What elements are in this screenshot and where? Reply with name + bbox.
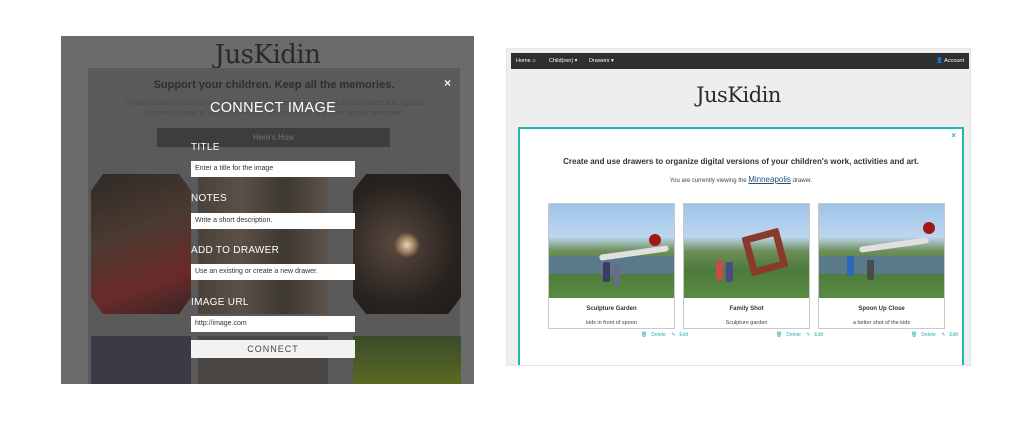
image-url-label: IMAGE URL	[191, 297, 249, 308]
tile-title: Family Shot	[729, 306, 764, 312]
delete-link[interactable]: 🗑 Delete	[641, 332, 666, 338]
form-heading: CONNECT IMAGE	[209, 100, 337, 116]
nav-drawers[interactable]: Drawers ▾	[589, 53, 614, 69]
tile-title: Spoon Up Close	[858, 306, 905, 312]
image-tile[interactable]: Spoon Up Close a better shot of the kids	[818, 203, 945, 329]
sparkler-image	[394, 232, 420, 258]
edit-link[interactable]: ✎ Edit	[941, 332, 958, 338]
site-logo[interactable]: JusKidin	[507, 83, 970, 107]
tile-title: Sculpture Garden	[586, 306, 637, 312]
connect-button[interactable]: CONNECT	[191, 340, 355, 358]
notes-input[interactable]: Write a short description.	[191, 213, 355, 229]
edit-link[interactable]: ✎ Edit	[671, 332, 688, 338]
drawer-input[interactable]: Use an existing or create a new drawer.	[191, 264, 355, 280]
tile-image	[684, 204, 809, 298]
tile-note: Sculpture garden	[725, 320, 768, 326]
notes-label: NOTES	[191, 193, 227, 204]
delete-link[interactable]: 🗑 Delete	[776, 332, 801, 338]
edit-link[interactable]: ✎ Edit	[806, 332, 823, 338]
photo-thumbnail	[91, 174, 191, 314]
tile-image	[549, 204, 674, 298]
tile-image	[819, 204, 944, 298]
title-label: TITLE	[191, 142, 220, 153]
nav-children[interactable]: Child(ren) ▾	[549, 53, 577, 69]
image-tile[interactable]: Family Shot Sculpture garden	[683, 203, 810, 329]
connect-image-screen: JusKidin Support your children. Keep all…	[61, 36, 474, 384]
drawer-label: ADD TO DRAWER	[191, 245, 280, 256]
tile-note: kids in front of spoon	[586, 320, 637, 326]
drawer-screen: Home ⌂ Child(ren) ▾ Drawers ▾ 👤 Account …	[506, 48, 971, 366]
image-tile[interactable]: Sculpture Garden kids in front of spoon	[548, 203, 675, 329]
stage: JusKidin Support your children. Keep all…	[0, 0, 1024, 423]
top-navbar: Home ⌂ Child(ren) ▾ Drawers ▾ 👤 Account	[511, 53, 969, 69]
viewing-text: You are currently viewing the Minneapoli…	[520, 175, 962, 184]
photo-thumbnail	[91, 336, 191, 384]
tile-actions: 🗑 Delete ✎ Edit	[907, 332, 958, 338]
delete-link[interactable]: 🗑 Delete	[911, 332, 936, 338]
modal-close-icon[interactable]: ×	[444, 76, 451, 90]
support-heading: Support your children. Keep all the memo…	[153, 79, 395, 91]
panel-close-icon[interactable]: ×	[951, 131, 956, 140]
image-url-input[interactable]: http://image.com	[191, 316, 355, 332]
nav-home[interactable]: Home ⌂	[516, 53, 536, 69]
tile-note: a better shot of the kids	[852, 320, 911, 326]
site-logo[interactable]: JusKidin	[61, 40, 474, 70]
tile-actions: 🗑 Delete ✎ Edit	[637, 332, 688, 338]
title-input[interactable]: Enter a title for the image	[191, 161, 355, 177]
drawer-panel: × Create and use drawers to organize dig…	[518, 127, 964, 365]
photo-thumbnail	[353, 336, 461, 384]
tile-actions: 🗑 Delete ✎ Edit	[772, 332, 823, 338]
drawer-headline: Create and use drawers to organize digit…	[563, 157, 919, 166]
current-drawer-link[interactable]: Minneapolis	[748, 175, 791, 184]
viewing-suffix: drawer.	[792, 178, 813, 184]
nav-account[interactable]: 👤 Account	[936, 53, 964, 69]
viewing-prefix: You are currently viewing the	[669, 178, 747, 184]
